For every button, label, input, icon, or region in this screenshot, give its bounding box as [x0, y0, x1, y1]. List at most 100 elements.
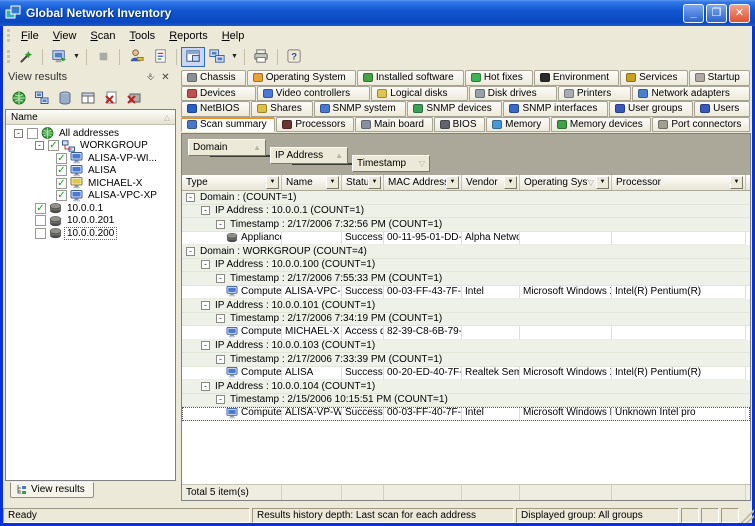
group-row[interactable]: -Timestamp : 2/15/2006 10:15:51 PM (COUN…	[182, 394, 750, 408]
group-row[interactable]: -Domain : (COUNT=1)	[182, 191, 750, 205]
menu-help[interactable]: Help	[215, 28, 252, 44]
group-row[interactable]: -IP Address : 10.0.0.100 (COUNT=1)	[182, 259, 750, 273]
delete-item-icon[interactable]	[102, 89, 120, 106]
collapse-icon[interactable]: -	[216, 274, 225, 283]
group-row[interactable]: -IP Address : 10.0.0.103 (COUNT=1)	[182, 340, 750, 354]
tree-item-10-0-0-200[interactable]: 10.0.0.200	[6, 227, 175, 240]
checkbox[interactable]: ✓	[56, 153, 67, 164]
checkbox[interactable]	[35, 228, 46, 239]
export-icon[interactable]	[56, 89, 74, 106]
group-by-ip-address[interactable]: IP Address ▲	[270, 147, 348, 164]
checkbox[interactable]: ✓	[56, 178, 67, 189]
columns-icon[interactable]	[79, 89, 97, 106]
filter-dropdown-icon[interactable]: ▼	[730, 176, 743, 189]
group-by-timestamp[interactable]: Timestamp ▽	[352, 155, 430, 172]
resize-grip[interactable]	[741, 508, 754, 523]
tree-item-alisa-vpc-xp[interactable]: ✓ALISA-VPC-XP	[6, 190, 175, 203]
tab-users[interactable]: Users	[694, 101, 750, 117]
tree-item-michael-x[interactable]: ✓MICHAEL-X	[6, 177, 175, 190]
group-row[interactable]: -IP Address : 10.0.0.101 (COUNT=1)	[182, 299, 750, 313]
tab-port-connectors[interactable]: Port connectors	[652, 117, 750, 133]
pin-icon[interactable]: ⎀	[143, 70, 158, 84]
tab-snmp-interfaces[interactable]: SNMP interfaces	[503, 101, 608, 117]
tree-item-alisa[interactable]: ✓ALISA	[6, 165, 175, 178]
tab-startup[interactable]: Startup	[689, 70, 750, 86]
column-header-name[interactable]: Name▼	[282, 175, 342, 190]
tab-shares[interactable]: Shares	[251, 101, 312, 117]
scan-dropdown-arrow[interactable]: ▼	[71, 47, 82, 67]
expander-icon[interactable]: -	[35, 141, 44, 150]
filter-dropdown-icon[interactable]: ▼	[504, 176, 517, 189]
tab-memory-devices[interactable]: Memory devices	[551, 117, 651, 133]
print-button[interactable]	[249, 47, 273, 67]
tab-user-groups[interactable]: User groups	[609, 101, 693, 117]
tab-video-controllers[interactable]: Video controllers	[257, 86, 371, 102]
group-row[interactable]: -Timestamp : 2/17/2006 7:34:19 PM (COUNT…	[182, 313, 750, 327]
column-header-operating-system[interactable]: Operating System▽▼	[520, 175, 612, 190]
group-row[interactable]: -Domain : WORKGROUP (COUNT=4)	[182, 245, 750, 259]
tab-printers[interactable]: Printers	[558, 86, 632, 102]
maximize-button[interactable]: ❐	[706, 4, 727, 23]
stop-scan-button[interactable]	[91, 47, 115, 67]
tree-item-10-0-0-1[interactable]: ✓10.0.0.1	[6, 202, 175, 215]
checkbox[interactable]: ✓	[56, 165, 67, 176]
checkbox[interactable]: ✓	[48, 140, 59, 151]
data-row[interactable]: ComputerALISA-VP-WINSuccess00-03-FF-40-7…	[182, 407, 750, 421]
data-row[interactable]: ApplianceSuccess00-11-95-01-DD-54Alpha N…	[182, 232, 750, 246]
collapse-icon[interactable]: -	[201, 382, 210, 391]
tab-bios[interactable]: BIOS	[434, 117, 486, 133]
collapse-icon[interactable]: -	[201, 260, 210, 269]
tree-column-header[interactable]: Name △	[6, 110, 175, 125]
column-header-processor[interactable]: Processor▼	[612, 175, 746, 190]
group-row[interactable]: -Timestamp : 2/17/2006 7:33:39 PM (COUNT…	[182, 353, 750, 367]
tree-item-10-0-0-201[interactable]: 10.0.0.201	[6, 215, 175, 228]
checkbox[interactable]	[35, 215, 46, 226]
tab-netbios[interactable]: NetBIOS	[181, 101, 250, 117]
filter-dropdown-icon[interactable]: ▼	[266, 176, 279, 189]
collapse-icon[interactable]: -	[216, 395, 225, 404]
scan-wizard-button[interactable]	[14, 47, 38, 67]
checkbox[interactable]: ✓	[56, 190, 67, 201]
tab-devices[interactable]: Devices	[181, 86, 256, 102]
collapse-icon[interactable]: -	[186, 193, 195, 202]
collapse-icon[interactable]: -	[216, 314, 225, 323]
data-row[interactable]: ComputerALISASuccess00-20-ED-40-7F-D6Rea…	[182, 367, 750, 381]
delete-all-icon[interactable]	[125, 89, 143, 106]
computers-icon[interactable]	[33, 89, 51, 106]
menu-scan[interactable]: Scan	[83, 28, 122, 44]
collapse-icon[interactable]: -	[201, 206, 210, 215]
data-row[interactable]: ComputerMICHAEL-XAccess den82-39-C8-6B-7…	[182, 326, 750, 340]
group-by-domain[interactable]: Domain ▲	[188, 139, 266, 156]
credentials-button[interactable]	[124, 47, 148, 67]
tab-services[interactable]: Services	[620, 70, 687, 86]
collapse-icon[interactable]: -	[201, 341, 210, 350]
menu-reports[interactable]: Reports	[162, 28, 215, 44]
tree-item-workgroup[interactable]: -✓WORKGROUP	[6, 140, 175, 153]
menu-file[interactable]: File	[14, 28, 46, 44]
tab-chassis[interactable]: Chassis	[181, 70, 246, 86]
collapse-icon[interactable]: -	[216, 220, 225, 229]
tab-snmp-system[interactable]: SNMP system	[314, 101, 407, 117]
computers-view-button[interactable]	[205, 47, 229, 67]
tab-operating-system[interactable]: Operating System	[247, 70, 356, 86]
help-button[interactable]: ?	[282, 47, 306, 67]
tab-memory[interactable]: Memory	[486, 117, 550, 133]
panel-close-icon[interactable]: ✕	[158, 70, 173, 84]
tree-item-all-addresses[interactable]: -All addresses	[6, 127, 175, 140]
group-row[interactable]: -IP Address : 10.0.0.1 (COUNT=1)	[182, 205, 750, 219]
checkbox[interactable]	[27, 128, 38, 139]
column-header-vendor[interactable]: Vendor▼	[462, 175, 520, 190]
computers-dropdown-arrow[interactable]: ▼	[229, 47, 240, 67]
tab-hot-fixes[interactable]: Hot fixes	[465, 70, 533, 86]
data-row[interactable]: ComputerALISA-VPC-XPSuccess00-03-FF-43-7…	[182, 286, 750, 300]
tab-main-board[interactable]: Main board	[355, 117, 433, 133]
tab-disk-drives[interactable]: Disk drives	[469, 86, 557, 102]
filter-dropdown-icon[interactable]: ▼	[596, 176, 609, 189]
tab-scan-summary[interactable]: Scan summary	[181, 117, 275, 133]
tab-installed-software[interactable]: Installed software	[357, 70, 464, 86]
tab-snmp-devices[interactable]: SNMP devices	[407, 101, 502, 117]
expander-icon[interactable]: -	[14, 129, 23, 138]
close-button[interactable]: ✕	[729, 4, 750, 23]
group-row[interactable]: -Timestamp : 2/17/2006 7:32:56 PM (COUNT…	[182, 218, 750, 232]
tab-processors[interactable]: Processors	[276, 117, 354, 133]
